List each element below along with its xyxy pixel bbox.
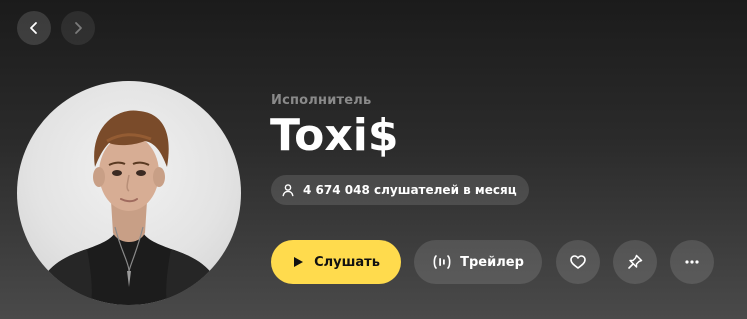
pin-button[interactable] [613,240,657,284]
monthly-listeners-text: 4 674 048 слушателей в месяц [303,183,517,197]
play-button[interactable]: Слушать [271,240,401,284]
chevron-right-icon [75,22,82,34]
trailer-icon [433,255,451,269]
trailer-button-label: Трейлер [460,254,524,270]
chevron-left-icon [30,22,37,34]
more-icon [685,260,699,264]
artist-type-label: Исполнитель [271,93,372,108]
heart-icon [570,255,586,269]
artist-photo [35,110,223,305]
forward-button[interactable] [61,11,95,45]
play-button-label: Слушать [314,254,380,270]
artist-avatar [17,81,241,305]
play-icon [294,257,304,267]
more-button[interactable] [670,240,714,284]
monthly-listeners-badge: 4 674 048 слушателей в месяц [271,175,529,205]
artist-name: Toxi$ [270,110,399,161]
pin-icon [628,254,643,269]
person-icon [282,184,294,197]
trailer-button[interactable]: Трейлер [414,240,542,284]
like-button[interactable] [556,240,600,284]
back-button[interactable] [17,11,51,45]
